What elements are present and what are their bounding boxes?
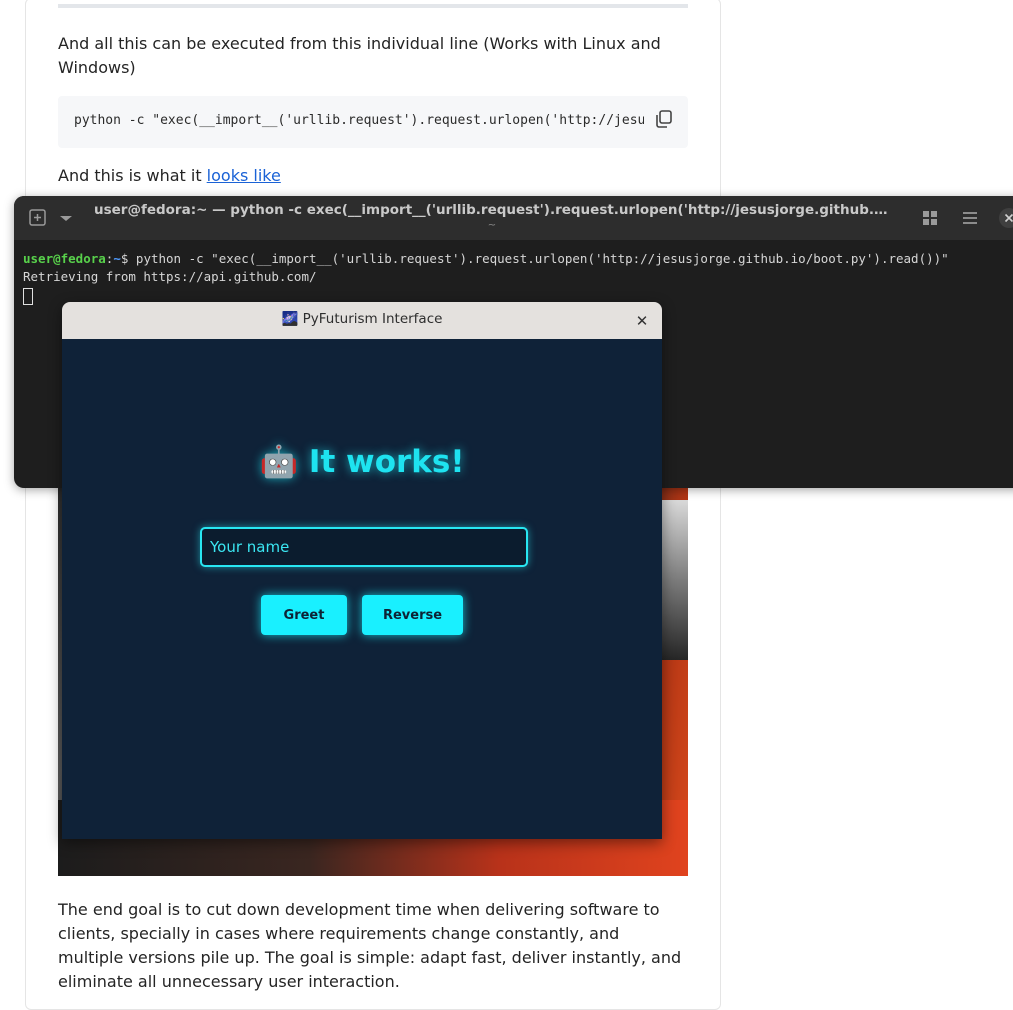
greet-button[interactable]: Greet (261, 595, 347, 635)
intro-paragraph: And all this can be executed from this i… (58, 34, 661, 77)
terminal-output[interactable]: user@fedora:~$ python -c "exec(__import_… (23, 250, 1013, 310)
dialog-body: 🤖 It works! Greet Reverse (62, 339, 662, 839)
looks-like-link[interactable]: looks like (207, 166, 281, 185)
looks-prefix: And this is what it (58, 166, 207, 185)
code-block: python -c "exec(__import__('urllib.reque… (58, 96, 688, 148)
prompt-path: ~ (113, 251, 121, 266)
terminal-cursor (23, 288, 33, 305)
terminal-headerbar: user@fedora:~ — python -c exec(__import_… (14, 196, 1013, 240)
looks-paragraph: And this is what it looks like (58, 164, 688, 188)
dialog-title: 🌌 PyFuturism Interface (281, 311, 443, 327)
terminal-command: python -c "exec(__import__('urllib.reque… (135, 251, 949, 266)
new-tab-icon[interactable] (28, 209, 48, 227)
copy-icon[interactable] (654, 109, 674, 129)
name-input[interactable] (200, 527, 528, 567)
terminal-subtitle: ~ (487, 220, 497, 231)
terminal-title: user@fedora:~ — python -c exec(__import_… (94, 202, 890, 218)
terminal-command-line: user@fedora:~$ python -c "exec(__import_… (23, 251, 949, 266)
it-works-heading: 🤖 It works! (259, 444, 465, 480)
close-icon[interactable] (998, 207, 1013, 229)
prompt-user: user@fedora (23, 251, 106, 266)
dropdown-icon[interactable] (56, 209, 76, 227)
close-icon[interactable]: ✕ (632, 311, 652, 331)
code-line: python -c "exec(__import__('urllib.reque… (74, 113, 644, 128)
grid-icon[interactable] (920, 209, 940, 227)
reverse-button[interactable]: Reverse (362, 595, 463, 635)
terminal-output-line: Retrieving from https://api.github.com/ (23, 269, 317, 284)
closing-paragraph: The end goal is to cut down development … (58, 900, 682, 991)
pyfuturism-window[interactable]: 🌌 PyFuturism Interface ✕ 🤖 It works! Gre… (62, 302, 662, 839)
horizontal-rule (58, 4, 688, 8)
menu-icon[interactable] (960, 209, 980, 227)
dialog-titlebar: 🌌 PyFuturism Interface ✕ (62, 302, 662, 340)
